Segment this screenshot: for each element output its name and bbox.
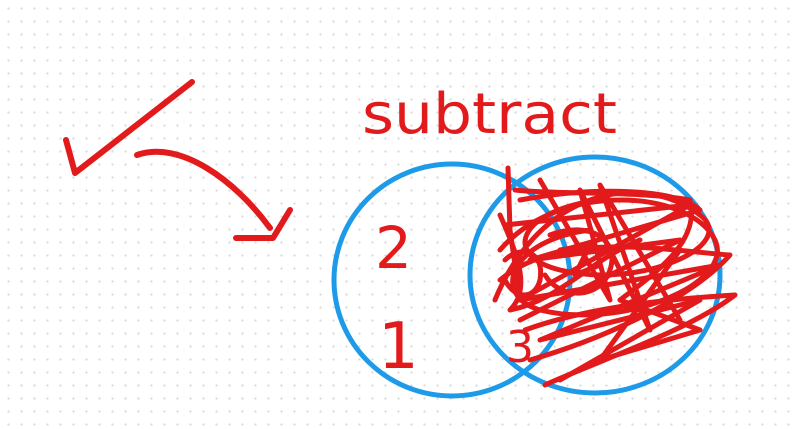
checkmark-icon (63, 79, 195, 176)
whiteboard-canvas: subtract 2 1 3 (0, 0, 798, 429)
heading-subtract: subtract (362, 82, 617, 147)
curved-arrow-icon (134, 148, 293, 241)
left-number-bottom: 1 (378, 310, 419, 384)
sketch-layer: subtract 2 1 3 (63, 79, 738, 399)
left-number-top: 2 (375, 214, 412, 282)
